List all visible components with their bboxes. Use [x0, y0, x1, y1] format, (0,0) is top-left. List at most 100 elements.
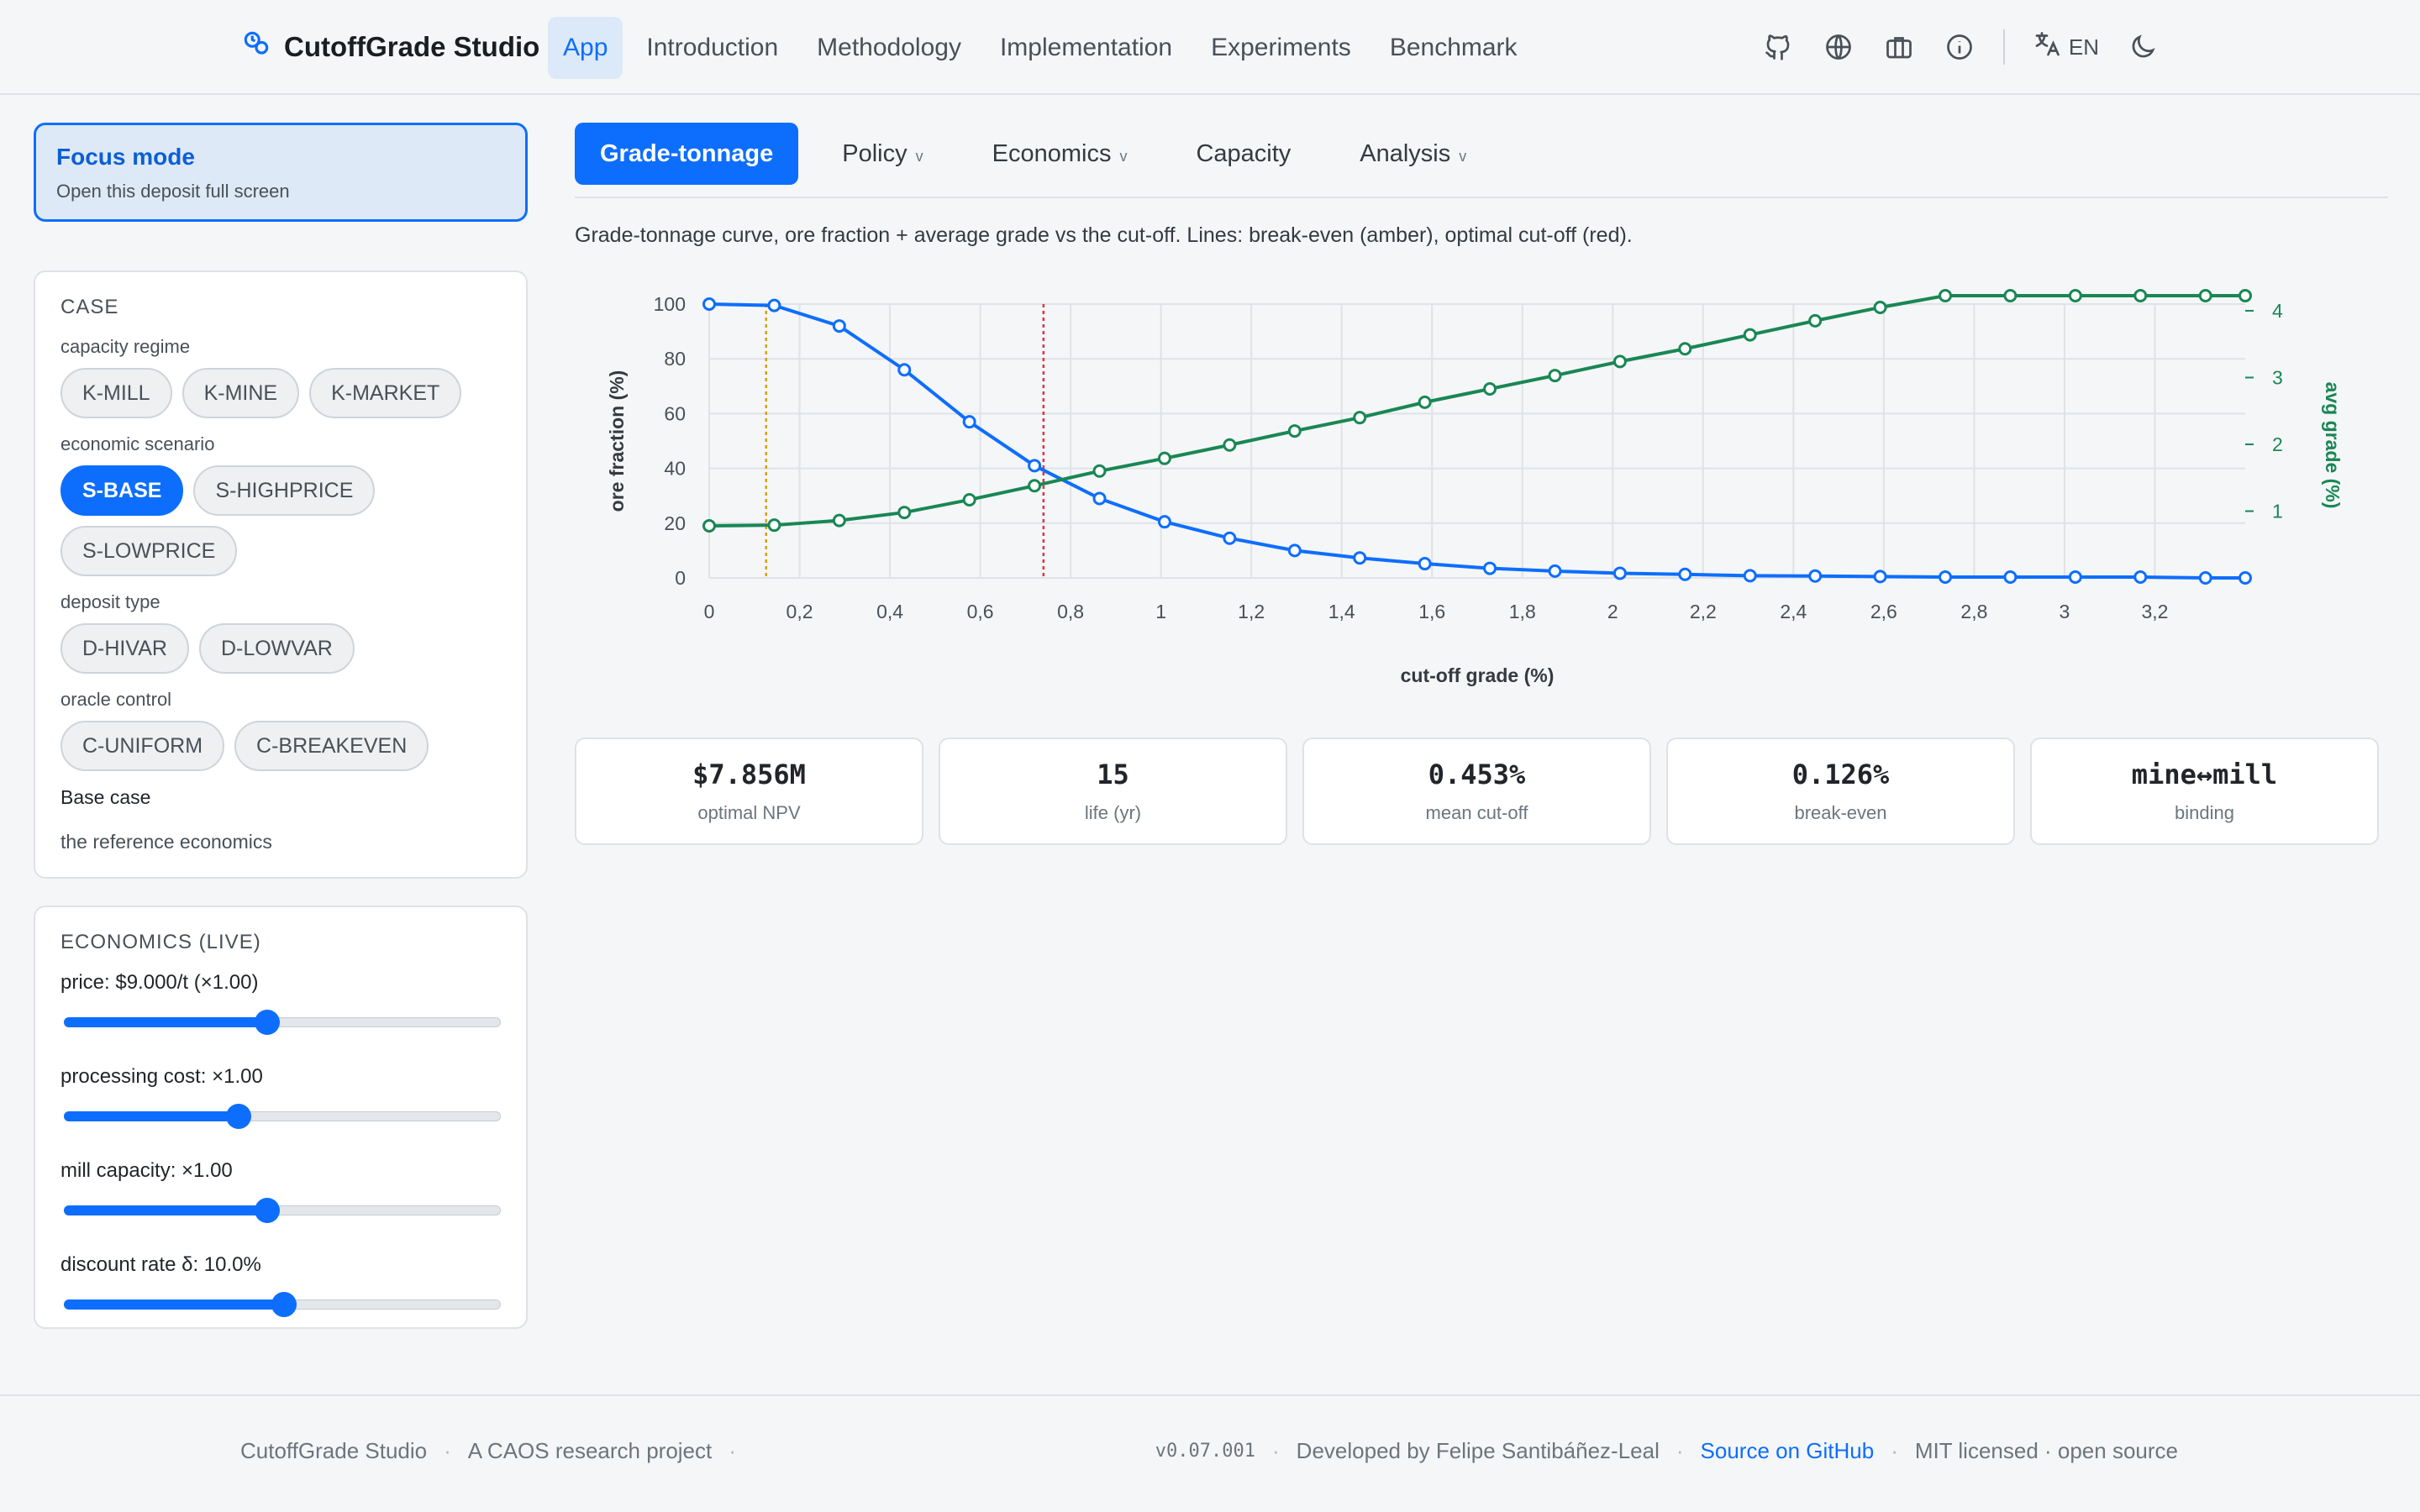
nav-introduction[interactable]: Introduction: [631, 17, 793, 79]
y-tick-label: 80: [664, 348, 686, 370]
y-tick-label: 60: [664, 402, 686, 424]
x-tick-label: 0,8: [1057, 601, 1084, 622]
ore-fraction-point: [702, 297, 716, 311]
tab-label: Analysis: [1360, 139, 1451, 167]
option-k-mill[interactable]: K-MILL: [60, 368, 172, 418]
option-s-base[interactable]: S-BASE: [60, 465, 184, 516]
avg-grade-point: [1028, 479, 1042, 493]
deposit-type-label: deposit type: [60, 591, 160, 612]
avg-grade-point: [2133, 289, 2148, 302]
avg-grade-point: [2003, 289, 2018, 302]
price-slider-block: price: $9.000/t (×1.00): [60, 971, 501, 1035]
option-s-lowprice[interactable]: S-LOWPRICE: [60, 526, 238, 576]
case-description: the reference economics: [60, 831, 272, 853]
ore-fraction-point: [2068, 570, 2082, 585]
language-switch[interactable]: EN: [2032, 29, 2099, 66]
ore-fraction-point: [1157, 515, 1171, 529]
chart-caption: Grade-tonnage curve, ore fraction + aver…: [575, 223, 1633, 247]
tab-label: Policy: [842, 139, 908, 167]
economics-card: ECONOMICS (LIVE) price: $9.000/t (×1.00)…: [34, 906, 528, 1329]
kpi-value: 0.453%: [1428, 759, 1526, 790]
option-d-lowvar[interactable]: D-LOWVAR: [198, 623, 355, 674]
moon-icon[interactable]: [2126, 30, 2160, 64]
avg-grade-point: [897, 506, 912, 520]
mill-capacity-label: mill capacity: ×1.00: [60, 1159, 233, 1182]
ore-fraction-point: [1353, 551, 1367, 565]
processing-cost-slider[interactable]: [60, 1104, 501, 1129]
license-text: MIT licensed · open source: [1914, 1438, 2178, 1463]
kpi-label: life (yr): [1084, 802, 1142, 823]
ore-fraction-point: [1287, 543, 1302, 558]
tab-economics[interactable]: Economics v: [967, 123, 1153, 185]
slider-thumb[interactable]: [225, 1104, 251, 1129]
ore-fraction-point: [1808, 569, 1823, 583]
option-s-highprice[interactable]: S-HIGHPRICE: [193, 465, 376, 516]
avg-grade-point: [2198, 289, 2212, 302]
nav-app[interactable]: App: [548, 17, 623, 79]
avg-grade-point: [1808, 313, 1823, 328]
slider-thumb[interactable]: [255, 1198, 281, 1223]
ore-fraction-point: [2238, 571, 2252, 585]
x-tick-label: 1,8: [1509, 601, 1536, 622]
tab-capacity[interactable]: Capacity: [1171, 123, 1316, 185]
tab-grade-tonnage[interactable]: Grade-tonnage: [575, 123, 799, 185]
x-tick-label: 2,4: [1780, 601, 1807, 622]
x-tick-label: 2,2: [1690, 601, 1717, 622]
tab-analysis[interactable]: Analysis v: [1334, 123, 1491, 185]
kpi-value: $7.856M: [692, 759, 806, 790]
avg-grade-point: [1483, 381, 1497, 396]
slider-thumb[interactable]: [271, 1292, 297, 1317]
option-k-mine[interactable]: K-MINE: [182, 368, 300, 418]
y2-axis-title: avg grade (%): [2322, 382, 2344, 509]
avg-grade-point: [1223, 438, 1237, 452]
discount-rate-slider[interactable]: [60, 1292, 501, 1317]
slider-thumb[interactable]: [255, 1010, 281, 1035]
footer-separator: ·: [1891, 1438, 1898, 1463]
github-icon[interactable]: [1761, 30, 1795, 64]
option-k-market[interactable]: K-MARKET: [309, 368, 462, 418]
mill-capacity-slider[interactable]: [60, 1198, 501, 1223]
kpi-binding: mine↔mill binding: [2030, 738, 2379, 845]
avg-grade-point: [1939, 289, 1953, 302]
info-icon[interactable]: [1943, 30, 1976, 64]
footer-separator: ·: [729, 1438, 736, 1463]
nav-experiments[interactable]: Experiments: [1196, 17, 1366, 79]
brand-name: CutoffGrade Studio: [284, 31, 540, 62]
avg-grade-point: [1612, 354, 1627, 369]
nav-implementation[interactable]: Implementation: [985, 17, 1187, 79]
tab-label: Grade-tonnage: [600, 139, 774, 167]
avg-grade-point: [1092, 464, 1107, 478]
avg-grade-point: [1157, 451, 1171, 465]
github-source-link[interactable]: Source on GitHub: [1701, 1438, 1875, 1464]
footer-separator: ·: [1676, 1438, 1684, 1463]
capacity-regime-label: capacity regime: [60, 336, 191, 357]
ore-fraction-line: [708, 302, 2245, 580]
x-tick-label: 3: [2060, 601, 2070, 622]
avg-grade-point: [1418, 395, 1432, 409]
option-c-uniform[interactable]: C-UNIFORM: [60, 721, 225, 771]
discount-rate-label: discount rate δ: 10.0%: [60, 1253, 261, 1276]
y2-tick-label: 3: [2272, 366, 2283, 388]
nav-methodology[interactable]: Methodology: [802, 17, 976, 79]
price-slider[interactable]: [60, 1010, 501, 1035]
option-d-hivar[interactable]: D-HIVAR: [60, 623, 189, 674]
x-axis-title: cut-off grade (%): [1401, 664, 1555, 686]
briefcase-icon[interactable]: [1882, 30, 1916, 64]
x-tick-label: 0,4: [876, 601, 903, 622]
tab-policy[interactable]: Policy v: [817, 123, 948, 185]
avg-grade-point: [1353, 411, 1367, 425]
brand[interactable]: CutoffGrade Studio: [240, 29, 539, 66]
chevron-down-icon: v: [915, 147, 923, 165]
kpi-label: break-even: [1794, 802, 1887, 823]
processing-cost-slider-block: processing cost: ×1.00: [60, 1065, 501, 1129]
option-c-breakeven[interactable]: C-BREAKEVEN: [234, 721, 429, 771]
kpi-life: 15 life (yr): [939, 738, 1287, 845]
economic-scenario-options: S-BASE S-HIGHPRICE S-LOWPRICE: [60, 465, 501, 576]
case-card: CASE capacity regime K-MILL K-MINE K-MAR…: [34, 270, 528, 879]
focus-mode-button[interactable]: Focus mode Open this deposit full screen: [34, 123, 528, 222]
nav-benchmark[interactable]: Benchmark: [1375, 17, 1533, 79]
tab-label: Economics: [992, 139, 1112, 167]
kpi-break-even: 0.126% break-even: [1666, 738, 2015, 845]
footer-separator: ·: [444, 1438, 451, 1463]
globe-icon[interactable]: [1822, 30, 1855, 64]
